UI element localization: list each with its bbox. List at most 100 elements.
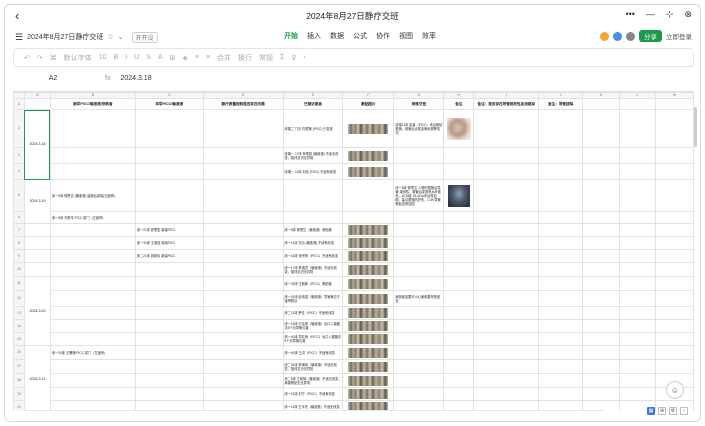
dressing-photo[interactable] (348, 123, 389, 134)
row-number[interactable]: 14 (13, 319, 25, 333)
cell[interactable]: 床一15床 方嘉琪（输液港）出口入路随访5个月导管位置 (282, 319, 344, 333)
image-cell[interactable] (342, 319, 395, 333)
font-color-icon[interactable]: A (158, 54, 163, 61)
image-cell[interactable] (443, 319, 475, 333)
more-icon[interactable]: ••• (625, 9, 634, 20)
close-icon[interactable]: ⊗ (684, 9, 692, 20)
cell[interactable]: 床端一 17床 林寿权 (输液港) 不适无改变，陪伴意识无异常 (282, 147, 344, 164)
image-cell[interactable] (443, 179, 475, 212)
row-number[interactable]: 12 (13, 290, 25, 307)
date-cell[interactable] (23, 223, 51, 237)
cell[interactable] (393, 345, 445, 360)
collab-avatar-icon[interactable] (626, 31, 635, 41)
row-number[interactable]: 16 (13, 345, 25, 360)
more-tools-icon[interactable]: › (303, 54, 305, 61)
cell[interactable]: 新学PICC/输液港/穿刺者 (49, 98, 136, 110)
cell[interactable] (538, 387, 584, 401)
cell[interactable]: 静疗质量控制是否存在问题 (202, 98, 284, 110)
dressing-photo[interactable] (348, 150, 389, 161)
cell[interactable] (654, 319, 694, 333)
cell[interactable] (473, 223, 540, 237)
cell[interactable] (202, 332, 284, 346)
cell[interactable] (202, 387, 284, 401)
image-cell[interactable] (342, 290, 395, 307)
image-cell[interactable] (443, 387, 475, 401)
date-cell[interactable] (23, 236, 51, 250)
font-name-select[interactable]: 默认字体 (64, 53, 92, 63)
cell[interactable] (619, 236, 656, 250)
cell[interactable]: 床端一 11床 刘欢 (PICC) 不适有改变 (282, 163, 344, 180)
cell[interactable]: 床一40床 章红雨（PICC）出口入路随访5个月导管位置 (282, 332, 344, 346)
cell[interactable] (134, 359, 204, 374)
collab-avatar-icon[interactable] (600, 31, 609, 41)
dressing-photo[interactable] (348, 251, 389, 261)
cell[interactable] (473, 276, 540, 291)
cell[interactable] (619, 147, 656, 164)
cell[interactable] (23, 98, 51, 110)
image-cell[interactable] (443, 109, 475, 148)
cell[interactable] (538, 290, 584, 307)
fx-icon[interactable]: fx (105, 75, 110, 82)
cell[interactable] (473, 319, 540, 333)
dressing-photo[interactable] (348, 166, 389, 177)
cell[interactable] (582, 306, 621, 320)
cell[interactable] (473, 332, 540, 346)
dressing-photo[interactable] (348, 361, 389, 372)
bold-icon[interactable]: B (114, 54, 119, 61)
cell[interactable] (202, 163, 284, 180)
date-cell[interactable]: 2024.3.19 (23, 179, 51, 224)
cell[interactable] (538, 223, 584, 237)
cell[interactable] (473, 249, 540, 263)
cell[interactable] (654, 276, 694, 291)
cell[interactable] (538, 179, 584, 212)
cell[interactable] (619, 387, 656, 401)
dressing-photo[interactable] (348, 264, 389, 275)
cell[interactable] (654, 306, 694, 320)
cell[interactable] (282, 211, 344, 224)
cell[interactable] (49, 276, 136, 291)
cell[interactable] (49, 262, 136, 277)
align-center-icon[interactable]: ≡ (206, 54, 210, 61)
cell[interactable] (134, 211, 204, 224)
cell[interactable]: 床二5床 江和辉（输液港）不适无改变，局部敷贴无无异常 (282, 373, 344, 388)
cell[interactable] (49, 332, 136, 346)
image-cell[interactable] (342, 163, 395, 180)
dressing-photo[interactable] (348, 375, 389, 386)
minimize-icon[interactable]: — (646, 9, 655, 20)
font-size-select[interactable]: 10 (99, 54, 107, 61)
doc-name[interactable]: 2024年8月27日静疗交班 (27, 32, 103, 42)
cell[interactable] (393, 262, 445, 277)
format-painter-icon[interactable]: ⌘ (50, 54, 57, 62)
cell[interactable]: 床一5床 刘贵华 PICC 拔门（左锁骨） (49, 211, 136, 224)
image-cell[interactable] (342, 109, 395, 148)
cell[interactable] (582, 276, 621, 291)
row-number[interactable]: 13 (13, 306, 25, 320)
cell[interactable] (202, 179, 284, 212)
cell[interactable] (134, 373, 204, 388)
cell[interactable]: 特殊交班 (393, 98, 445, 110)
cell[interactable] (134, 319, 204, 333)
cell[interactable]: 床一15床 刘宁（PICC）不适有改变 (282, 387, 344, 401)
back-arrow-icon[interactable]: ‹ (15, 8, 19, 23)
dressing-photo[interactable] (348, 308, 389, 318)
cell[interactable] (619, 373, 656, 388)
image-cell[interactable] (443, 332, 475, 346)
cell[interactable] (473, 290, 540, 307)
date-cell[interactable] (23, 249, 51, 263)
cell[interactable] (49, 163, 136, 180)
image-cell[interactable] (342, 147, 395, 164)
filter-icon[interactable]: ⊽ (291, 54, 296, 62)
cell[interactable] (393, 211, 445, 224)
cell[interactable]: 非学PICC/输液港 (134, 98, 204, 110)
cell[interactable]: 床一20床 王珊珊 PICC 拔门（左锁骨） (49, 345, 136, 360)
star-icon[interactable]: ☆ (107, 33, 113, 41)
cell[interactable] (654, 262, 694, 277)
cell[interactable] (619, 306, 656, 320)
cell[interactable] (134, 147, 204, 164)
row-number[interactable]: 10 (13, 262, 25, 277)
cell[interactable] (582, 262, 621, 277)
cell[interactable] (619, 359, 656, 374)
image-cell[interactable] (443, 211, 475, 224)
sum-icon[interactable]: Σ (280, 54, 284, 61)
cell[interactable] (619, 319, 656, 333)
